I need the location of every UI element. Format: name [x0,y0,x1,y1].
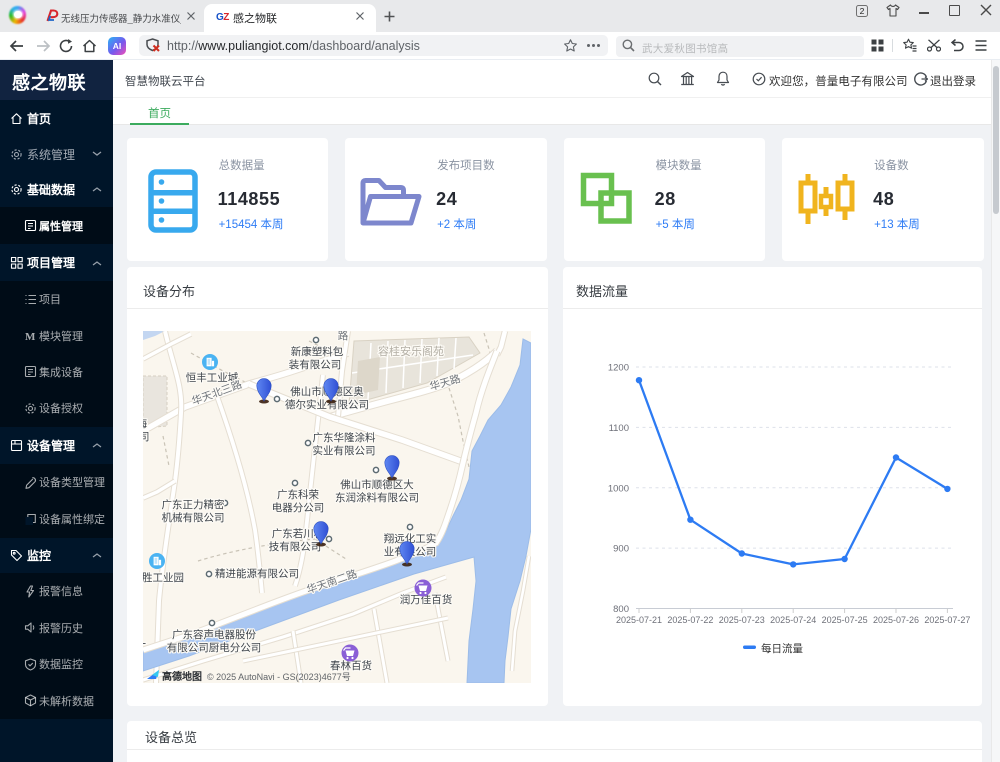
svg-text:广东正力精密: 广东正力精密 [162,498,225,511]
svg-text:厂: 厂 [143,642,146,654]
svg-text:2025-07-26: 2025-07-26 [873,615,919,625]
svg-text:路: 路 [338,331,349,342]
svg-text:佛山市顺德区大: 佛山市顺德区大 [340,478,414,491]
svg-text:精进能源有限公司: 精进能源有限公司 [215,567,299,580]
svg-text:1000: 1000 [608,483,629,494]
svg-text:电器分公司: 电器分公司 [272,501,325,514]
svg-text:900: 900 [613,544,629,555]
svg-text:东润涂料有限公司: 东润涂料有限公司 [335,491,419,504]
svg-text:广东科荣: 广东科荣 [277,488,319,501]
svg-text:2025-07-27: 2025-07-27 [924,615,970,625]
svg-text:800: 800 [613,604,629,615]
svg-text:新康塑料包: 新康塑料包 [291,345,344,358]
svg-text:容桂安乐阁苑: 容桂安乐阁苑 [378,344,444,358]
svg-text:2025-07-23: 2025-07-23 [719,615,765,625]
svg-text:胜工业园: 胜工业园 [143,572,184,584]
svg-text:1100: 1100 [609,423,629,434]
svg-text:有限公司厨电分公司: 有限公司厨电分公司 [167,641,262,654]
svg-text:海: 海 [143,417,148,430]
svg-text:广东华隆涂料: 广东华隆涂料 [313,431,376,444]
svg-text:装有限公司: 装有限公司 [289,358,342,371]
svg-text:德尔实业有限公司: 德尔实业有限公司 [285,398,369,411]
svg-text:每日流量: 每日流量 [761,642,803,655]
svg-text:技有限公司: 技有限公司 [269,540,322,553]
svg-text:1200: 1200 [608,363,629,374]
svg-text:2025-07-21: 2025-07-21 [616,615,662,625]
svg-text:M: M [25,331,36,342]
svg-text:公司: 公司 [143,431,150,443]
svg-text:2025-07-25: 2025-07-25 [822,615,868,625]
svg-text:2025-07-22: 2025-07-22 [667,615,713,625]
svg-text:实业有限公司: 实业有限公司 [313,444,376,457]
svg-text:广东容声电器股份: 广东容声电器股份 [172,628,256,641]
svg-text:机械有限公司: 机械有限公司 [162,511,225,524]
svg-text:2025-07-24: 2025-07-24 [770,615,816,625]
svg-text:© 2025 AutoNavi - GS(2023)4677: © 2025 AutoNavi - GS(2023)4677号 [207,672,351,682]
svg-text:高德地图: 高德地图 [162,670,202,683]
